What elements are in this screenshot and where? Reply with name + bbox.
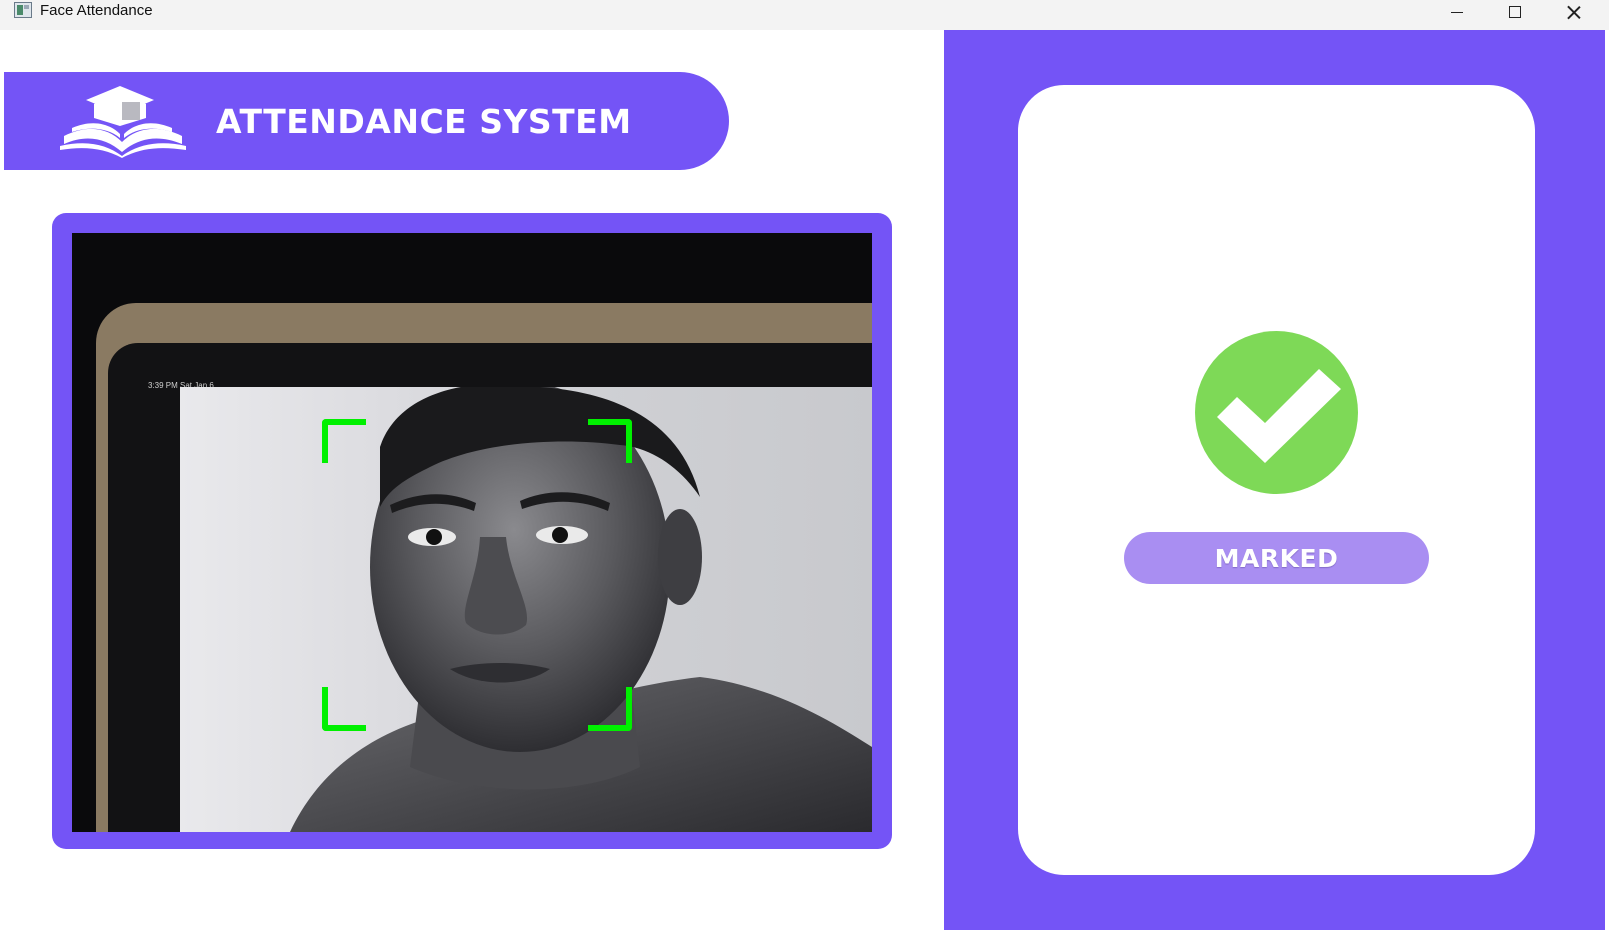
app-window: Face Attendance ATTENDANCE SYSTEM 3:39 P… — [0, 0, 1609, 930]
checkmark-circle-icon — [1195, 331, 1358, 494]
close-icon — [1567, 5, 1581, 19]
camera-frame: 3:39 PM Sat Jan 6 — [52, 213, 892, 849]
title-bar[interactable]: Face Attendance — [0, 0, 1609, 30]
header-banner: ATTENDANCE SYSTEM — [4, 72, 729, 170]
maximize-icon — [1509, 6, 1521, 18]
camera-feed: 3:39 PM Sat Jan 6 — [72, 233, 872, 832]
graduation-cap-book-icon — [60, 86, 186, 158]
app-window-icon — [14, 2, 32, 18]
left-pane: ATTENDANCE SYSTEM 3:39 PM Sat Jan 6 — [4, 30, 944, 930]
client-area: ATTENDANCE SYSTEM 3:39 PM Sat Jan 6 MARK… — [4, 30, 1605, 930]
face-frame-corner-top-right — [588, 419, 632, 463]
page-title: ATTENDANCE SYSTEM — [216, 102, 632, 141]
status-label: MARKED — [1214, 543, 1339, 573]
status-badge: MARKED — [1124, 532, 1429, 584]
right-pane: MARKED — [944, 30, 1605, 930]
face-frame-corner-top-left — [322, 419, 366, 463]
face-frame-corner-bottom-left — [322, 687, 366, 731]
close-button[interactable] — [1545, 0, 1603, 24]
minimize-icon — [1451, 11, 1463, 13]
window-title: Face Attendance — [40, 2, 153, 19]
tablet-screen-photo — [180, 387, 872, 832]
face-photo — [290, 387, 872, 832]
status-card: MARKED — [1018, 85, 1535, 875]
maximize-button[interactable] — [1486, 0, 1544, 24]
minimize-button[interactable] — [1428, 0, 1486, 24]
face-frame-corner-bottom-right — [588, 687, 632, 731]
